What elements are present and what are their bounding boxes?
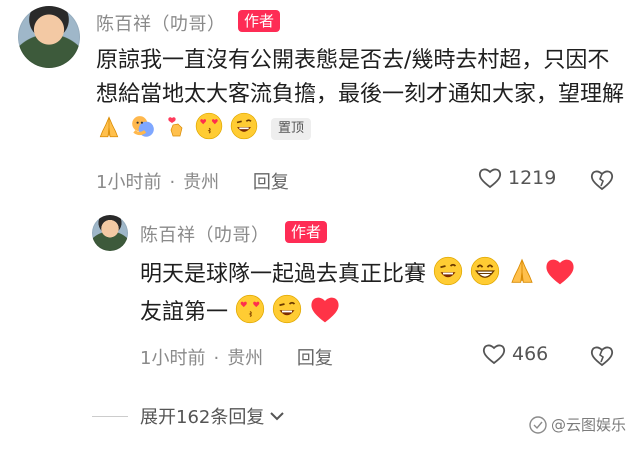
reply-meta: 1小时前 · 贵州 回复 [140,348,333,369]
hug-emoji-icon [132,116,154,137]
reply-author-avatar[interactable] [92,215,128,251]
comment-author-name[interactable]: 陈百祥（叻哥） [96,10,226,36]
reply-text-body-1: 明天是球隊一起過去真正比賽 [140,262,427,287]
comment-text: 原諒我一直沒有公開表態是否去/幾時去村超，只因不想給當地太大客流負擔，最後一刻才… [96,44,626,146]
reply-time: 1小时前 [140,348,206,369]
pinned-badge: 置顶 [271,118,312,140]
reply-location: 贵州 [227,348,264,369]
pray-emoji-icon [99,116,119,138]
red-heart-icon [546,259,574,285]
wink-emoji-icon [230,112,258,140]
comment-location: 贵州 [183,172,220,193]
heart-outline-icon [478,168,502,189]
reply-author-badge: 作者 [285,221,328,243]
dislike-broken-heart-icon[interactable] [590,169,614,191]
expand-divider [92,415,128,417]
grin-emoji-icon [470,256,500,286]
comment-like-count: 1219 [508,167,557,189]
heart-eyes-emoji-icon [195,112,223,140]
expand-replies-button[interactable]: 展开162条回复 [92,403,286,429]
wink-emoji-icon [433,256,463,286]
comment-text-body: 原諒我一直沒有公開表態是否去/幾時去村超，只因不想給當地太大客流負擔，最後一刻才… [96,48,625,107]
red-heart-icon [311,297,339,323]
reply-reply-button[interactable]: 回复 [297,348,333,369]
pray-emoji-icon [511,258,533,283]
dislike-broken-heart-icon[interactable] [590,345,614,367]
reply-text-line2: 友誼第一 [140,294,341,330]
reply-text-line1: 明天是球隊一起過去真正比賽 [140,256,576,292]
comment-meta: 1小时前 · 贵州 回复 [96,172,289,193]
reply-text-body-2: 友誼第一 [140,300,229,325]
watermark-logo-icon [529,415,547,434]
reply-like-count: 466 [512,343,549,365]
comment-time: 1小时前 [96,172,162,193]
heart-eyes-emoji-icon [235,294,265,324]
heart-outline-icon [482,344,506,365]
comment-reply-button[interactable]: 回复 [253,172,289,193]
reply-like-button[interactable]: 466 [482,343,548,365]
watermark: @云图娱乐 [529,414,626,435]
chevron-down-icon [270,412,285,421]
watermark-text: @云图娱乐 [550,416,626,434]
author-avatar[interactable] [18,6,80,68]
author-badge: 作者 [238,10,281,32]
wink-emoji-icon [272,294,302,324]
reply-author-name[interactable]: 陈百祥（叻哥） [140,221,270,247]
expand-replies-label: 展开162条回复 [140,407,265,428]
finger-heart-emoji-icon [168,117,183,137]
comment-like-button[interactable]: 1219 [478,167,556,189]
